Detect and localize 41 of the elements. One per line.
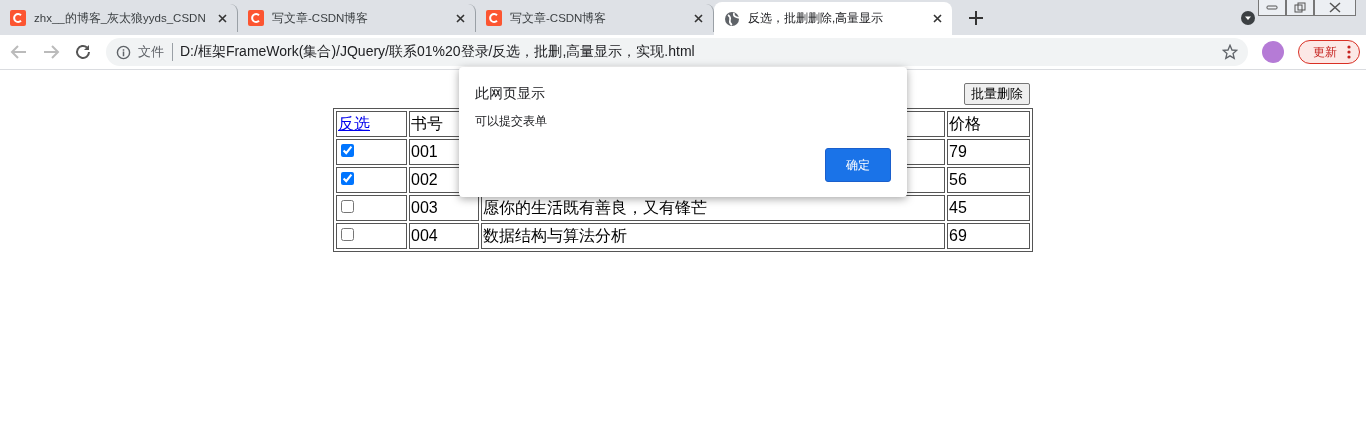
- logo-icon: [486, 10, 502, 26]
- row-checkbox[interactable]: [341, 200, 354, 213]
- browser-tab[interactable]: 写文章-CSDN博客: [476, 4, 714, 32]
- table-header: 价格: [947, 111, 1030, 137]
- url-text: D:/框架FrameWork(集合)/JQuery/联系01%20登录/反选，批删,高量显示，实现.html: [180, 43, 696, 61]
- table-cell: 004: [409, 223, 479, 249]
- browser-tab[interactable]: 反选，批删删除,高量显示: [714, 2, 952, 35]
- update-button[interactable]: 更新: [1298, 40, 1360, 64]
- close-icon[interactable]: [933, 14, 942, 23]
- logo-icon: [10, 10, 26, 26]
- browser-tab[interactable]: 写文章-CSDN博客: [238, 4, 476, 32]
- minimize-icon[interactable]: [1258, 0, 1286, 16]
- row-checkbox[interactable]: [341, 172, 354, 185]
- row-checkbox[interactable]: [341, 144, 354, 157]
- table-cell: 79: [947, 139, 1030, 165]
- ok-button[interactable]: 确定: [825, 148, 891, 182]
- logo-icon: [248, 10, 264, 26]
- table-cell: 69: [947, 223, 1030, 249]
- table-cell: 数据结构与算法分析: [481, 223, 945, 249]
- dropdown-icon[interactable]: [1240, 10, 1256, 26]
- close-icon[interactable]: [1314, 0, 1356, 16]
- star-icon[interactable]: [1222, 44, 1238, 60]
- row-checkbox[interactable]: [341, 228, 354, 241]
- more-icon[interactable]: [1347, 45, 1351, 59]
- reload-icon[interactable]: [74, 43, 92, 61]
- table-cell: 45: [947, 195, 1030, 221]
- scheme-label: 文件: [138, 43, 173, 61]
- browser-tab[interactable]: zhx__的博客_灰太狼yyds_CSDN: [0, 4, 238, 32]
- close-icon[interactable]: [218, 13, 227, 23]
- avatar[interactable]: [1262, 41, 1284, 63]
- globe-icon: [724, 10, 740, 27]
- restore-icon[interactable]: [1286, 0, 1314, 16]
- dialog-title: 此网页显示: [475, 85, 546, 103]
- address-bar[interactable]: 文件 D:/框架FrameWork(集合)/JQuery/联系01%20登录/反选，批删,高量显示，实现.html: [106, 38, 1248, 66]
- invert-selection-link[interactable]: 反选: [338, 115, 370, 132]
- close-icon[interactable]: [694, 13, 703, 23]
- close-icon[interactable]: [456, 13, 465, 23]
- table-cell: 56: [947, 167, 1030, 193]
- info-icon[interactable]: [116, 44, 131, 60]
- plus-icon[interactable]: [966, 8, 986, 28]
- batch-delete-button[interactable]: 批量删除: [964, 83, 1030, 105]
